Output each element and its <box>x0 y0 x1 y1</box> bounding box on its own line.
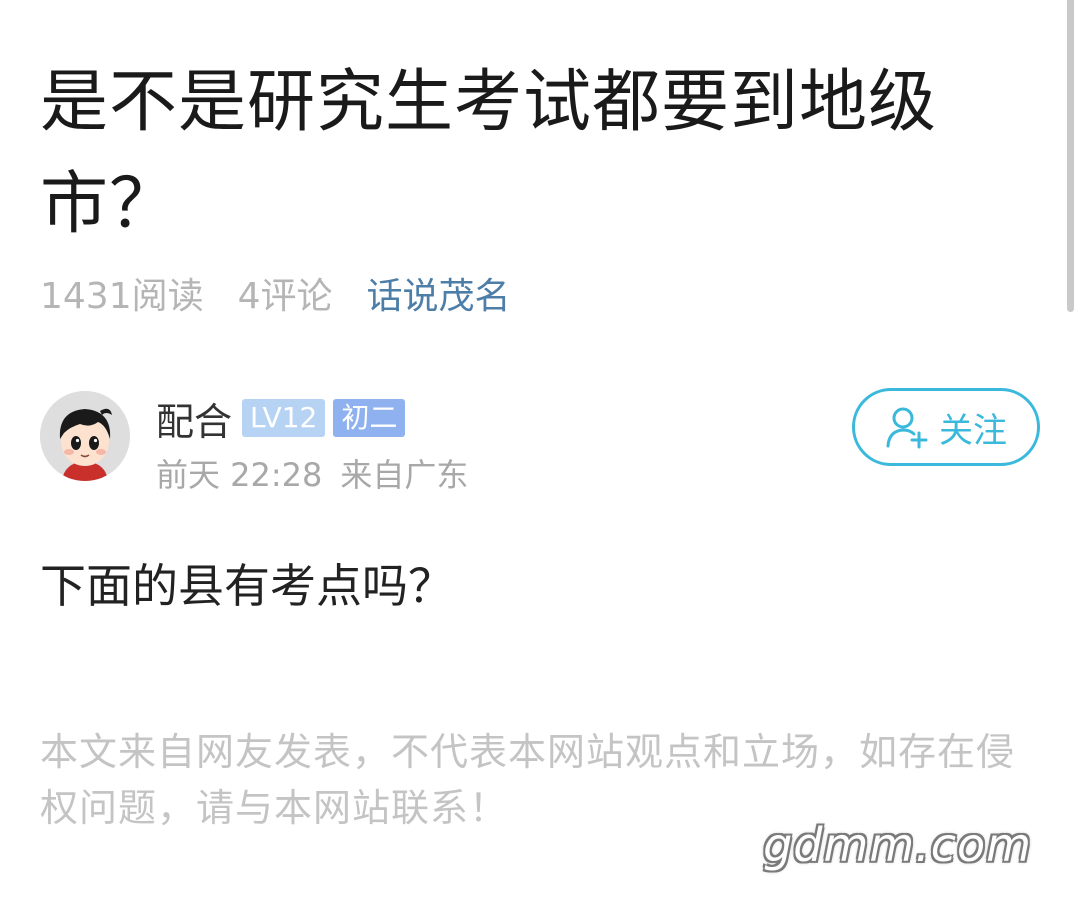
comment-count[interactable]: 4评论 <box>238 267 333 319</box>
follow-button[interactable]: 关注 <box>852 388 1040 466</box>
post-info: 前天 22:28 来自广东 <box>156 450 486 496</box>
read-count: 1431阅读 <box>40 276 204 317</box>
cartoon-boy-avatar-icon <box>40 391 130 481</box>
add-user-icon <box>886 407 928 449</box>
grade-badge: 初二 <box>333 399 406 437</box>
author-name[interactable]: 配合 <box>156 391 232 446</box>
post-location: 来自广东 <box>340 456 469 494</box>
follow-label: 关注 <box>939 410 1007 451</box>
author-row: 配合 LV12 初二 前天 22:28 来自广东 关注 <box>40 388 1040 494</box>
avatar[interactable] <box>40 391 130 481</box>
post-meta: 1431阅读 4评论 话说茂名 <box>40 268 511 318</box>
site-watermark: gdmm.com <box>763 818 1032 872</box>
post-time: 前天 22:28 <box>156 456 323 494</box>
author-name-line: 配合 LV12 初二 <box>156 394 413 444</box>
post-title: 是不是研究生考试都要到地级市？ <box>40 63 938 244</box>
post-page: 是不是研究生考试都要到地级市？ 1431阅读 4评论 话说茂名 配合 LV12 … <box>0 0 1080 906</box>
level-badge: LV12 <box>242 399 326 437</box>
post-body: 下面的县有考点吗？ <box>40 559 454 613</box>
forum-link[interactable]: 话说茂名 <box>367 267 511 319</box>
scrollbar[interactable] <box>1067 0 1074 312</box>
